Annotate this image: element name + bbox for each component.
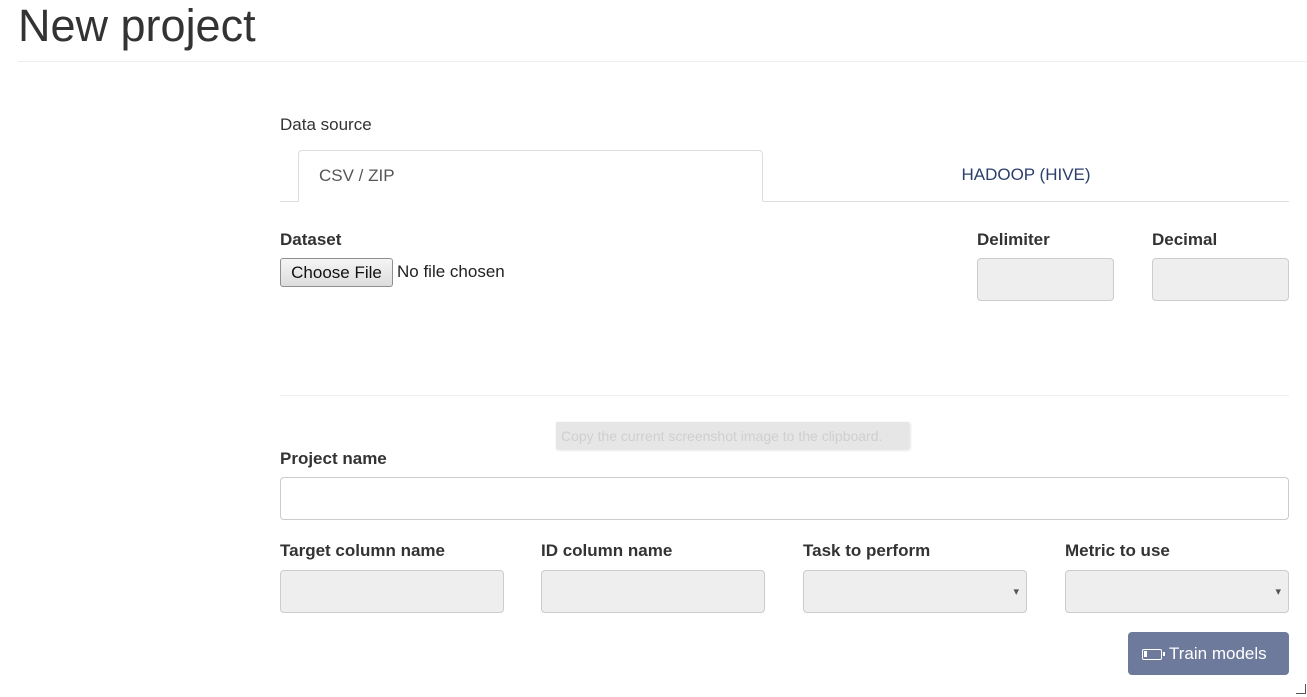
metric-select[interactable]: ▾ bbox=[1065, 570, 1289, 613]
choose-file-button[interactable]: Choose File bbox=[280, 258, 393, 287]
id-column-label: ID column name bbox=[541, 541, 673, 560]
battery-icon bbox=[1142, 648, 1165, 660]
copy-screenshot-tooltip: Copy the current screenshot image to the… bbox=[556, 422, 909, 449]
metric-label: Metric to use bbox=[1065, 541, 1170, 560]
title-divider bbox=[18, 61, 1307, 62]
tab-hadoop-hive[interactable]: HADOOP (HIVE) bbox=[763, 150, 1289, 201]
project-name-input[interactable] bbox=[280, 477, 1289, 520]
tab-csv-zip[interactable]: CSV / ZIP bbox=[298, 150, 763, 202]
project-name-label: Project name bbox=[280, 449, 387, 468]
decimal-input[interactable] bbox=[1152, 258, 1289, 301]
target-column-input[interactable] bbox=[280, 570, 504, 613]
decimal-label: Decimal bbox=[1152, 230, 1218, 249]
delimiter-input[interactable] bbox=[977, 258, 1114, 301]
task-select[interactable]: ▾ bbox=[803, 570, 1027, 613]
resize-handle-icon[interactable] bbox=[1296, 684, 1306, 694]
dataset-label: Dataset bbox=[280, 230, 342, 249]
task-label: Task to perform bbox=[803, 541, 931, 560]
train-models-button[interactable]: Train models bbox=[1128, 632, 1289, 675]
data-source-tabs: CSV / ZIP HADOOP (HIVE) bbox=[280, 150, 1289, 202]
target-column-label: Target column name bbox=[280, 541, 445, 560]
chevron-down-icon: ▾ bbox=[1275, 586, 1281, 598]
file-status-text: No file chosen bbox=[397, 262, 505, 281]
delimiter-label: Delimiter bbox=[977, 230, 1050, 249]
train-models-label: Train models bbox=[1169, 643, 1267, 663]
page-title: New project bbox=[18, 0, 256, 51]
data-source-label: Data source bbox=[280, 115, 372, 134]
id-column-input[interactable] bbox=[541, 570, 765, 613]
section-divider bbox=[280, 395, 1289, 396]
chevron-down-icon: ▾ bbox=[1013, 586, 1019, 598]
